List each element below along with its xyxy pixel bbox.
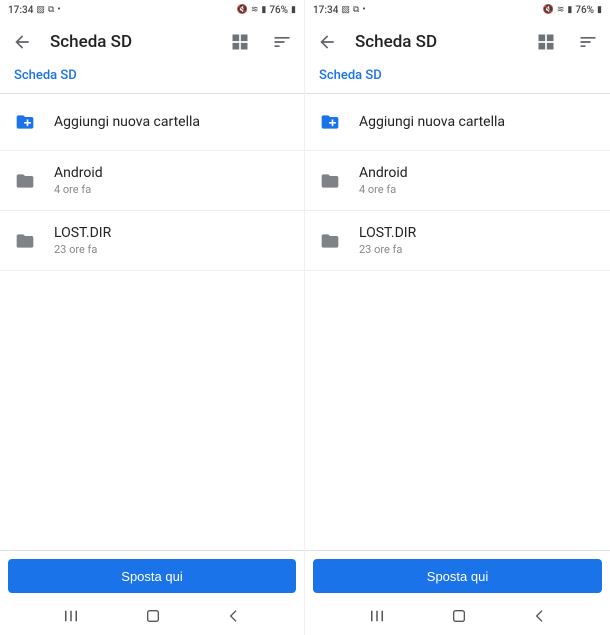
add-folder-icon [14,112,36,132]
nav-home-button[interactable] [145,608,161,628]
sort-button[interactable] [574,28,602,56]
status-bar: 17:34 ▧ ⧉ • 🔇 ≋ ▮ 76% ▮ [305,0,610,20]
folder-name: LOST.DIR [359,225,596,241]
sort-button[interactable] [268,28,296,56]
add-folder-label: Aggiungi nuova cartella [54,114,290,130]
page-title: Scheda SD [50,32,212,52]
folder-sub: 4 ore fa [54,183,290,196]
folder-sub: 23 ore fa [359,243,596,256]
grid-icon [230,32,250,52]
page-title: Scheda SD [355,32,518,52]
mute-icon: 🔇 [543,6,554,15]
battery-pct: 76% [269,5,288,16]
sort-icon [578,32,598,52]
back-button[interactable] [313,28,341,56]
status-time: 17:34 [8,5,33,16]
battery-pct: 76% [575,5,594,16]
bottom-bar: Sposta qui [305,550,610,601]
grid-icon [536,32,556,52]
link-icon: ⧉ [48,6,54,15]
list-item[interactable]: Android 4 ore fa [0,151,304,211]
status-bar: 17:34 ▧ ⧉ • 🔇 ≋ ▮ 76% ▮ [0,0,304,20]
folder-sub: 4 ore fa [359,183,596,196]
grid-view-button[interactable] [532,28,560,56]
pane-left: 17:34 ▧ ⧉ • 🔇 ≋ ▮ 76% ▮ Scheda SD [0,0,305,635]
pane-right: 17:34 ▧ ⧉ • 🔇 ≋ ▮ 76% ▮ Scheda SD [305,0,610,635]
bottom-bar: Sposta qui [0,550,304,601]
folder-list: Aggiungi nuova cartella Android 4 ore fa… [0,94,304,550]
breadcrumb[interactable]: Scheda SD [0,64,304,93]
nav-recent-button[interactable] [62,607,80,629]
battery-icon: ▮ [291,6,296,15]
signal-icon: ▮ [567,6,572,15]
more-icon: • [362,6,365,15]
app-bar: Scheda SD [0,20,304,64]
folder-list: Aggiungi nuova cartella Android 4 ore fa… [305,94,610,550]
move-here-button[interactable]: Sposta qui [8,559,296,593]
add-folder-label: Aggiungi nuova cartella [359,114,596,130]
battery-icon: ▮ [597,6,602,15]
folder-name: Android [54,165,290,181]
wifi-icon: ≋ [251,6,259,15]
arrow-left-icon [12,32,32,52]
folder-icon [319,231,341,251]
add-folder-button[interactable]: Aggiungi nuova cartella [305,94,610,151]
home-icon [451,608,467,624]
move-here-button[interactable]: Sposta qui [313,559,602,593]
system-nav-bar [0,601,304,635]
list-item[interactable]: LOST.DIR 23 ore fa [305,211,610,271]
list-item[interactable]: Android 4 ore fa [305,151,610,211]
nav-back-button[interactable] [226,608,242,628]
recent-icon [368,607,386,625]
folder-icon [319,171,341,191]
folder-name: LOST.DIR [54,225,290,241]
grid-view-button[interactable] [226,28,254,56]
list-item[interactable]: LOST.DIR 23 ore fa [0,211,304,271]
breadcrumb[interactable]: Scheda SD [305,64,610,93]
link-icon: ⧉ [353,6,359,15]
system-nav-bar [305,601,610,635]
picture-icon: ▧ [341,6,350,15]
arrow-left-icon [317,32,337,52]
nav-back-icon [226,608,242,624]
add-folder-icon [319,112,341,132]
more-icon: • [57,6,60,15]
signal-icon: ▮ [261,6,266,15]
add-folder-button[interactable]: Aggiungi nuova cartella [0,94,304,151]
folder-icon [14,231,36,251]
picture-icon: ▧ [36,6,45,15]
sort-icon [272,32,292,52]
folder-name: Android [359,165,596,181]
nav-back-icon [532,608,548,624]
folder-icon [14,171,36,191]
status-time: 17:34 [313,5,338,16]
nav-recent-button[interactable] [368,607,386,629]
folder-sub: 23 ore fa [54,243,290,256]
nav-back-button[interactable] [532,608,548,628]
nav-home-button[interactable] [451,608,467,628]
back-button[interactable] [8,28,36,56]
wifi-icon: ≋ [557,6,565,15]
app-bar: Scheda SD [305,20,610,64]
recent-icon [62,607,80,625]
home-icon [145,608,161,624]
mute-icon: 🔇 [237,6,248,15]
